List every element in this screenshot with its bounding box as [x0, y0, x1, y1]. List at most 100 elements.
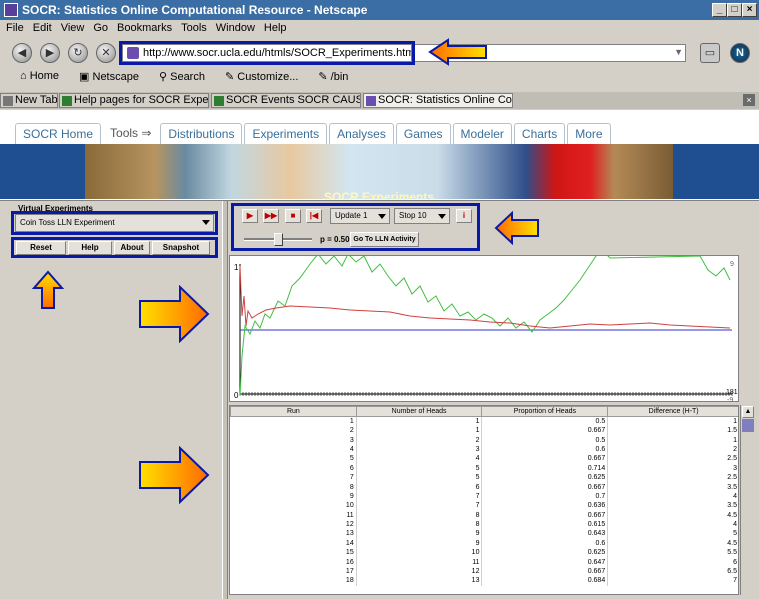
table-row[interactable]: 15 10 0.625 5.5: [230, 548, 738, 558]
bookmark-netscape[interactable]: ▣ Netscape: [79, 70, 149, 83]
table-cell: 17: [230, 566, 357, 577]
header-difference[interactable]: Difference (H-T): [607, 406, 738, 417]
stop-icon[interactable]: ✕: [96, 43, 116, 63]
site-tab-charts[interactable]: Charts: [513, 123, 566, 144]
arrow-buttons-icon: [32, 270, 64, 309]
table-cell: 0.7: [481, 491, 609, 502]
bookmark-bin-label: /bin: [330, 70, 349, 83]
maximize-button[interactable]: □: [727, 3, 742, 17]
table-cell: 13: [230, 529, 357, 539]
close-tab-icon[interactable]: ×: [743, 94, 755, 106]
graph-panel: 1 0 9 -9 181: [229, 255, 739, 403]
site-tab-analyses[interactable]: Analyses: [329, 123, 394, 144]
site-tab-home[interactable]: SOCR Home: [15, 123, 102, 144]
menu-file[interactable]: File: [6, 22, 24, 34]
menu-bookmarks[interactable]: Bookmarks: [117, 22, 172, 34]
table-row[interactable]: 11 8 0.667 4.5: [230, 510, 738, 520]
lln-graph: 1 0 9 -9 181: [234, 256, 738, 403]
site-tab-experiments[interactable]: Experiments: [244, 123, 328, 144]
table-cell: 3.5: [607, 482, 738, 492]
netscape-logo-icon[interactable]: N: [730, 43, 750, 63]
tab-label: SOCR Events SOCR CAUSE...: [226, 94, 361, 106]
table-row[interactable]: 18 13 0.684 7: [230, 576, 738, 586]
table-cell: 0.643: [481, 529, 609, 539]
table-cell: 0.615: [481, 519, 609, 530]
reload-icon[interactable]: ↻: [68, 43, 88, 63]
close-window-button[interactable]: ×: [742, 3, 757, 17]
table-row[interactable]: 16 11 0.647 6: [230, 557, 738, 567]
bookmark-bin[interactable]: ✎ /bin: [318, 70, 358, 83]
table-cell: 3: [356, 444, 483, 455]
bookmark-customize-label: Customize...: [237, 70, 299, 83]
right-bottom-label: -9: [727, 397, 733, 403]
browser-tab-events[interactable]: SOCR Events SOCR CAUSE...: [211, 93, 361, 108]
menu-help[interactable]: Help: [264, 22, 287, 34]
header-proportion[interactable]: Proportion of Heads: [481, 406, 609, 417]
table-row[interactable]: 1 1 0.5 1: [230, 416, 738, 426]
table-cell: 3.5: [607, 501, 738, 511]
bookmark-netscape-label: Netscape: [92, 70, 139, 83]
table-row[interactable]: 13 9 0.643 5: [230, 529, 738, 539]
tab-page-icon: [3, 96, 13, 106]
site-tab-tools: Tools ⇒: [103, 123, 159, 144]
site-tab-more[interactable]: More: [567, 123, 611, 144]
table-cell: 6: [356, 482, 483, 492]
forward-icon[interactable]: ▶: [40, 43, 60, 63]
bookmark-search[interactable]: ⚲ Search: [159, 70, 215, 83]
minimize-button[interactable]: _: [712, 3, 727, 17]
table-cell: 7: [356, 491, 483, 502]
table-row[interactable]: 10 7 0.636 3.5: [230, 501, 738, 511]
table-cell: 4.5: [607, 538, 738, 549]
table-cell: 1: [230, 416, 357, 426]
proportion-line: [239, 265, 731, 329]
table-body: 1 1 0.5 1 2 1 0.667 1.5 3 2 0.5 1 4 3 0.6 2 5 4 0.667 2.5 6 5…: [230, 416, 738, 586]
bookmark-home[interactable]: ⌂ Home: [20, 70, 69, 82]
print-icon[interactable]: ▭: [700, 43, 720, 63]
table-cell: 9: [230, 491, 357, 502]
table-header-row: Run Number of Heads Proportion of Heads …: [230, 406, 738, 417]
menu-edit[interactable]: Edit: [33, 22, 52, 34]
scroll-thumb[interactable]: [742, 419, 754, 432]
table-row[interactable]: 12 8 0.615 4: [230, 519, 738, 530]
table-row[interactable]: 14 9 0.6 4.5: [230, 538, 738, 549]
table-row[interactable]: 8 6 0.667 3.5: [230, 482, 738, 492]
table-cell: 8: [356, 510, 483, 520]
browser-tab-socr[interactable]: SOCR: Statistics Online Co...: [363, 93, 513, 108]
table-cell: 18: [230, 576, 357, 586]
bookmark-customize[interactable]: ✎ Customize...: [225, 70, 308, 83]
browser-tab-help[interactable]: Help pages for SOCR Exper...: [59, 93, 209, 108]
scroll-up-icon[interactable]: ▲: [742, 406, 754, 418]
menu-view[interactable]: View: [61, 22, 85, 34]
table-row[interactable]: 6 5 0.714 3: [230, 463, 738, 473]
table-row[interactable]: 2 1 0.667 1.5: [230, 426, 738, 436]
site-tab-modeler[interactable]: Modeler: [452, 123, 512, 144]
site-tab-games[interactable]: Games: [395, 123, 451, 144]
header-heads[interactable]: Number of Heads: [355, 406, 483, 417]
tab-page-icon: [214, 96, 224, 106]
tab-page-icon: [62, 96, 72, 106]
table-cell: 0.667: [481, 482, 609, 492]
url-dropdown-icon[interactable]: ▼: [674, 47, 683, 57]
header-run[interactable]: Run: [230, 406, 357, 417]
table-cell: 7: [356, 501, 483, 511]
back-icon[interactable]: ◀: [12, 43, 32, 63]
table-scrollbar[interactable]: ▲: [740, 405, 754, 595]
table-row[interactable]: 7 5 0.625 2.5: [230, 472, 738, 483]
menu-tools[interactable]: Tools: [181, 22, 207, 34]
table-cell: 0.625: [481, 548, 609, 558]
bookmark-search-label: Search: [170, 70, 205, 83]
table-row[interactable]: 4 3 0.6 2: [230, 444, 738, 455]
panel-splitter[interactable]: [222, 201, 228, 599]
table-row[interactable]: 3 2 0.5 1: [230, 435, 738, 445]
menu-window[interactable]: Window: [216, 22, 255, 34]
table-cell: 5.5: [607, 548, 738, 558]
site-tab-distributions[interactable]: Distributions: [160, 123, 243, 144]
browser-tab-new[interactable]: New Tab: [0, 93, 58, 108]
menu-go[interactable]: Go: [93, 22, 108, 34]
table-row[interactable]: 9 7 0.7 4: [230, 491, 738, 502]
table-cell: 0.647: [481, 557, 609, 567]
table-cell: 0.6: [481, 444, 609, 455]
tab-label: SOCR: Statistics Online Co...: [378, 94, 513, 106]
table-row[interactable]: 17 12 0.667 6.5: [230, 566, 738, 577]
table-row[interactable]: 5 4 0.667 2.5: [230, 454, 738, 464]
